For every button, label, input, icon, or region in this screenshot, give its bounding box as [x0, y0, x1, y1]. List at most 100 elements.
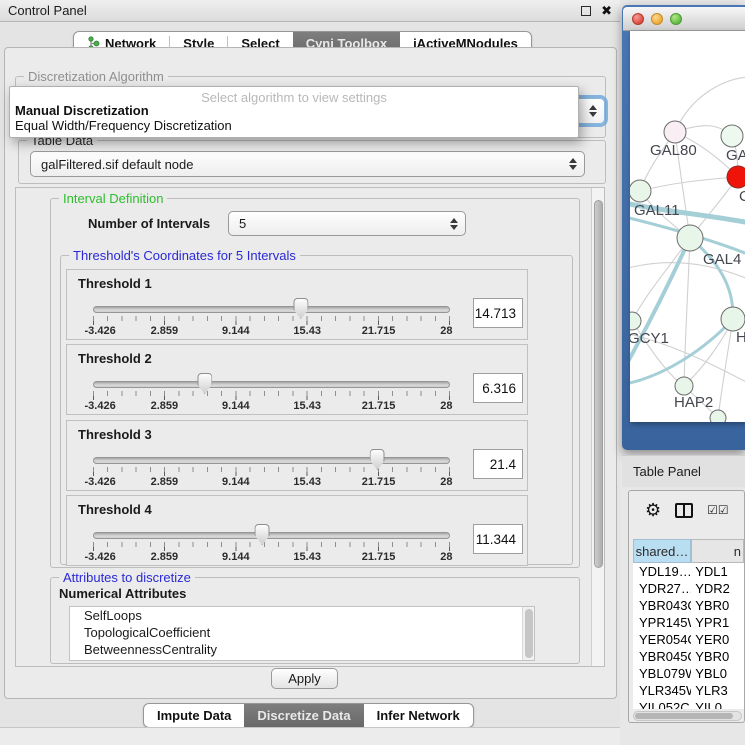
- slider-track[interactable]: [93, 532, 450, 539]
- table-horizontal-scrollbar[interactable]: [633, 711, 742, 721]
- table-row[interactable]: YBL079WYBL0: [633, 665, 744, 682]
- scale-label: 2.859: [151, 400, 179, 412]
- close-icon[interactable]: ✖: [601, 3, 612, 19]
- number-of-intervals-combobox[interactable]: 5: [228, 211, 466, 236]
- table-row[interactable]: YBR043CYBR0: [633, 597, 744, 614]
- table-row[interactable]: YER054CYER0: [633, 631, 744, 648]
- node-gcy1[interactable]: [630, 312, 641, 330]
- node-partial-top-right[interactable]: [721, 125, 743, 147]
- zoom-traffic-light-icon[interactable]: [670, 13, 682, 25]
- slider-scale-labels: -3.426 2.859 9.144 15.43 21.715 28: [93, 400, 450, 413]
- node-gal4[interactable]: [677, 225, 703, 251]
- tab-impute-data[interactable]: Impute Data: [144, 704, 244, 727]
- table-body: YDL19…YDL1 YDR27…YDR2 YBR043CYBR0 YPR145…: [633, 563, 744, 709]
- scale-label: -3.426: [85, 476, 116, 488]
- table-header-row: shared… n: [633, 539, 744, 563]
- tab-discretize-data-label: Discretize Data: [257, 708, 350, 723]
- table-toolbar: ⚙ ☑☑: [629, 497, 744, 523]
- scale-label: -3.426: [85, 551, 116, 563]
- node-label-partial: H: [736, 329, 745, 346]
- node-gal11[interactable]: [630, 180, 651, 202]
- thresholds-group: Threshold's Coordinates for 5 Intervals …: [60, 255, 573, 565]
- dropdown-option-manual-discretization[interactable]: Manual Discretization: [10, 103, 578, 118]
- combobox-arrows-icon: [450, 218, 458, 230]
- node-selected-red[interactable]: [727, 166, 745, 188]
- node-h[interactable]: [721, 307, 745, 331]
- cyni-toolbox-pane: Discretization Algorithm Select algorith…: [4, 47, 617, 699]
- table-row[interactable]: YLR345WYLR3: [633, 682, 744, 699]
- scale-label: 28: [440, 325, 452, 337]
- checkbox-icons[interactable]: ☑☑: [707, 503, 729, 517]
- cell: YLR345W: [633, 682, 691, 699]
- cell: YDR27…: [633, 580, 691, 597]
- slider-track[interactable]: [93, 457, 450, 464]
- tab-discretize-data[interactable]: Discretize Data: [244, 704, 363, 727]
- table-row[interactable]: YIL052CYIL0: [633, 699, 744, 709]
- scale-label: 21.715: [362, 551, 396, 563]
- cell: YBR043C: [633, 597, 691, 614]
- scale-label: 15.43: [293, 400, 321, 412]
- columns-icon[interactable]: [675, 503, 693, 518]
- control-panel-footer: [0, 727, 620, 745]
- gear-icon[interactable]: ⚙: [645, 500, 661, 520]
- column-header-name[interactable]: n: [691, 539, 744, 563]
- column-header-shared[interactable]: shared…: [633, 539, 691, 563]
- numerical-attributes-list: SelfLoops TopologicalCoefficient Between…: [69, 606, 535, 661]
- threshold-3-value-field[interactable]: [473, 449, 523, 479]
- discretization-algorithm-label: Discretization Algorithm: [24, 69, 168, 84]
- scale-label: 9.144: [222, 325, 250, 337]
- node-label-gal11: GAL11: [634, 202, 680, 219]
- node-label-partial: GA: [726, 147, 745, 164]
- control-panel: Control Panel ✖ Network Style Select Cyn…: [0, 0, 620, 745]
- minimize-traffic-light-icon[interactable]: [651, 13, 663, 25]
- node-label-partial: C: [739, 188, 745, 205]
- cell: YIL052C: [633, 699, 691, 709]
- float-window-icon[interactable]: [581, 6, 591, 16]
- settings-scroll-area: Interval Definition Number of Intervals …: [15, 187, 605, 667]
- table-row[interactable]: YBR045CYBR0: [633, 648, 744, 665]
- cell: YBR0: [691, 648, 744, 665]
- cell: YER0: [691, 631, 744, 648]
- slider-track[interactable]: [93, 306, 450, 313]
- network-canvas[interactable]: GAL80 GA C GAL11 GAL4 GCY1 H HAP2: [630, 31, 745, 422]
- slider-track[interactable]: [93, 381, 450, 388]
- table-row[interactable]: YDL19…YDL1: [633, 563, 744, 580]
- tab-infer-network[interactable]: Infer Network: [364, 704, 473, 727]
- node-label-gal4: GAL4: [703, 251, 741, 268]
- close-traffic-light-icon[interactable]: [632, 13, 644, 25]
- table-row[interactable]: YDR27…YDR2: [633, 580, 744, 597]
- slider-ticks: [93, 542, 450, 551]
- list-item[interactable]: SelfLoops: [70, 607, 534, 624]
- threshold-4-box: Threshold 4 -3.426 2.859 9.144 15.43 21.…: [66, 495, 528, 566]
- settings-vertical-scrollbar[interactable]: [591, 188, 604, 666]
- scrollbar-thumb[interactable]: [635, 713, 733, 719]
- threshold-1-value-field[interactable]: [473, 298, 523, 328]
- scale-label: 28: [440, 400, 452, 412]
- scale-label: 2.859: [151, 551, 179, 563]
- table-panel-title: Table Panel: [633, 464, 701, 479]
- scrollbar-thumb[interactable]: [594, 200, 603, 568]
- table-row[interactable]: YPR145WYPR1: [633, 614, 744, 631]
- combobox-arrows-icon: [569, 158, 577, 170]
- threshold-4-value-field[interactable]: [473, 524, 523, 554]
- thresholds-group-label: Threshold's Coordinates for 5 Intervals: [69, 248, 300, 263]
- list-item[interactable]: TopologicalCoefficient: [70, 624, 534, 641]
- node-partial-bottom[interactable]: [710, 410, 726, 422]
- list-scrollbar[interactable]: [522, 607, 534, 660]
- control-panel-titlebar: Control Panel ✖: [0, 0, 620, 22]
- tab-infer-network-label: Infer Network: [377, 708, 460, 723]
- cell: YBR045C: [633, 648, 691, 665]
- node-gal80[interactable]: [664, 121, 686, 143]
- table-data-combobox[interactable]: galFiltered.sif default node: [30, 151, 585, 177]
- apply-button[interactable]: Apply: [271, 668, 338, 689]
- threshold-2-value-field[interactable]: [473, 373, 523, 403]
- interval-definition-group: Interval Definition Number of Intervals …: [50, 198, 580, 568]
- cell: YLR3: [691, 682, 744, 699]
- slider-ticks: [93, 467, 450, 476]
- dropdown-option-equal-width-frequency[interactable]: Equal Width/Frequency Discretization: [10, 118, 578, 133]
- cell: YDL1: [691, 563, 744, 580]
- table-panel-titlebar: Table Panel: [622, 455, 745, 487]
- dropdown-placeholder: Select algorithm to view settings: [10, 87, 578, 103]
- node-hap2[interactable]: [675, 377, 693, 395]
- list-item[interactable]: BetweennessCentrality: [70, 641, 534, 658]
